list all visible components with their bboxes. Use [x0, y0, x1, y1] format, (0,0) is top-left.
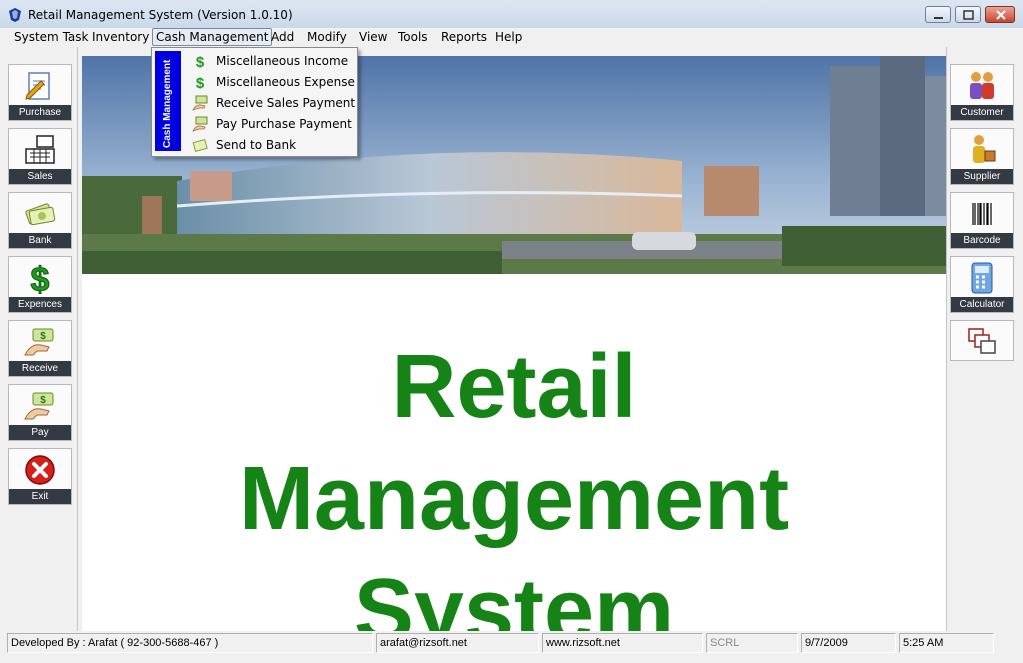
menu-reports[interactable]: Reports: [441, 30, 487, 44]
receive-button[interactable]: $ Receive: [8, 320, 72, 377]
money-stack-icon: [25, 203, 56, 226]
menu-bar: System Task Inventory Cash Management Ad…: [0, 28, 1023, 47]
svg-text:$: $: [40, 395, 46, 406]
app-window: Retail Management System (Version 1.0.10…: [0, 0, 1023, 663]
menu-modify[interactable]: Modify: [307, 30, 347, 44]
menu-tools[interactable]: Tools: [398, 30, 428, 44]
cash-management-menu: Cash Management $ Miscellaneous Income $…: [151, 47, 358, 157]
person-box-icon: [973, 135, 996, 163]
dollar-icon: $: [196, 75, 205, 90]
pay-button[interactable]: $ Pay: [8, 384, 72, 441]
windows-cascade-icon: [968, 328, 996, 354]
sales-label: Sales: [9, 169, 71, 184]
exit-button[interactable]: Exit: [8, 448, 72, 505]
dollar-sign-icon: $: [30, 261, 50, 295]
menu-item-label: Send to Bank: [216, 138, 297, 152]
menu-item-label: Miscellaneous Expense: [216, 75, 355, 89]
hand-pay-icon: $: [24, 392, 54, 420]
svg-text:$: $: [31, 261, 50, 295]
close-button[interactable]: [985, 6, 1015, 23]
calculator-button[interactable]: Calculator: [950, 256, 1014, 313]
sales-button[interactable]: Sales: [8, 128, 72, 185]
red-x-icon: [25, 455, 55, 485]
barcode-icon: [971, 201, 993, 227]
cash-pay-icon: [192, 116, 208, 132]
menu-item-label: Pay Purchase Payment: [216, 117, 352, 131]
menu-system-task[interactable]: System Task: [14, 30, 88, 44]
pay-label: Pay: [9, 425, 71, 440]
status-date: 9/7/2009: [801, 633, 896, 653]
app-title-text: Retail Management System: [82, 331, 946, 631]
bank-send-icon: [192, 138, 208, 152]
maximize-button[interactable]: [955, 6, 981, 23]
status-developer: Developed By : Arafat ( 92-300-5688-467 …: [7, 633, 373, 653]
status-time: 5:25 AM: [899, 633, 994, 653]
title-line-2: Management: [238, 449, 790, 549]
cash-register-icon: [25, 135, 55, 164]
minimize-icon: [934, 17, 943, 19]
status-website: www.rizsoft.net: [542, 633, 703, 653]
left-toolbar: Purchase Sales Bank $ Expences $ Receive…: [5, 47, 78, 631]
menu-cash-management[interactable]: Cash Management: [152, 28, 273, 46]
menu-strip-label: Cash Management: [162, 59, 173, 148]
hand-money-icon: $: [24, 328, 54, 356]
menu-item-send-to-bank[interactable]: Send to Bank: [192, 134, 352, 155]
menu-help[interactable]: Help: [495, 30, 522, 44]
cash-receive-icon: [192, 95, 208, 111]
title-line-1: Retail: [391, 337, 637, 437]
expences-button[interactable]: $ Expences: [8, 256, 72, 313]
calculator-label: Calculator: [951, 297, 1013, 312]
svg-text:$: $: [196, 75, 205, 90]
exit-label: Exit: [9, 489, 71, 504]
menu-item-label: Miscellaneous Income: [216, 54, 349, 68]
expences-label: Expences: [9, 297, 71, 312]
maximize-icon: [963, 10, 974, 20]
menu-item-pay-purchase-payment[interactable]: Pay Purchase Payment: [192, 113, 352, 134]
menu-inventory[interactable]: Inventory: [92, 30, 149, 44]
status-scroll-lock: SCRL: [706, 633, 798, 653]
bank-button[interactable]: Bank: [8, 192, 72, 249]
customer-button[interactable]: Customer: [950, 64, 1014, 121]
barcode-label: Barcode: [951, 233, 1013, 248]
purchase-label: Purchase: [9, 105, 71, 120]
menu-item-misc-expense[interactable]: $ Miscellaneous Expense: [192, 71, 355, 92]
menu-item-misc-income[interactable]: $ Miscellaneous Income: [192, 50, 352, 71]
menu-add[interactable]: Add: [271, 30, 294, 44]
menu-side-strip: Cash Management: [155, 51, 181, 151]
svg-text:$: $: [40, 331, 46, 342]
supplier-label: Supplier: [951, 169, 1013, 184]
window-title: Retail Management System (Version 1.0.10…: [28, 8, 293, 22]
menu-view[interactable]: View: [359, 30, 387, 44]
document-pencil-icon: [25, 72, 50, 100]
status-bar: Developed By : Arafat ( 92-300-5688-467 …: [0, 632, 1023, 663]
purchase-button[interactable]: Purchase: [8, 64, 72, 121]
customer-label: Customer: [951, 105, 1013, 120]
right-toolbar: Customer Supplier Barcode Calculator: [946, 47, 1019, 631]
minimize-button[interactable]: [925, 6, 951, 23]
people-icon: [970, 72, 994, 99]
svg-text:$: $: [196, 54, 205, 69]
dollar-icon: $: [196, 54, 205, 69]
supplier-button[interactable]: Supplier: [950, 128, 1014, 185]
title-line-3: System: [353, 561, 675, 631]
bank-label: Bank: [9, 233, 71, 248]
menu-item-receive-sales-payment[interactable]: Receive Sales Payment: [192, 92, 356, 113]
app-icon: [9, 8, 21, 22]
calculator-icon: [971, 262, 993, 294]
status-email: arafat@rizsoft.net: [376, 633, 539, 653]
menu-item-label: Receive Sales Payment: [216, 96, 356, 110]
barcode-button[interactable]: Barcode: [950, 192, 1014, 249]
close-icon: [996, 10, 1006, 20]
windows-button[interactable]: [950, 320, 1014, 361]
receive-label: Receive: [9, 361, 71, 376]
title-bar[interactable]: Retail Management System (Version 1.0.10…: [0, 0, 1023, 29]
